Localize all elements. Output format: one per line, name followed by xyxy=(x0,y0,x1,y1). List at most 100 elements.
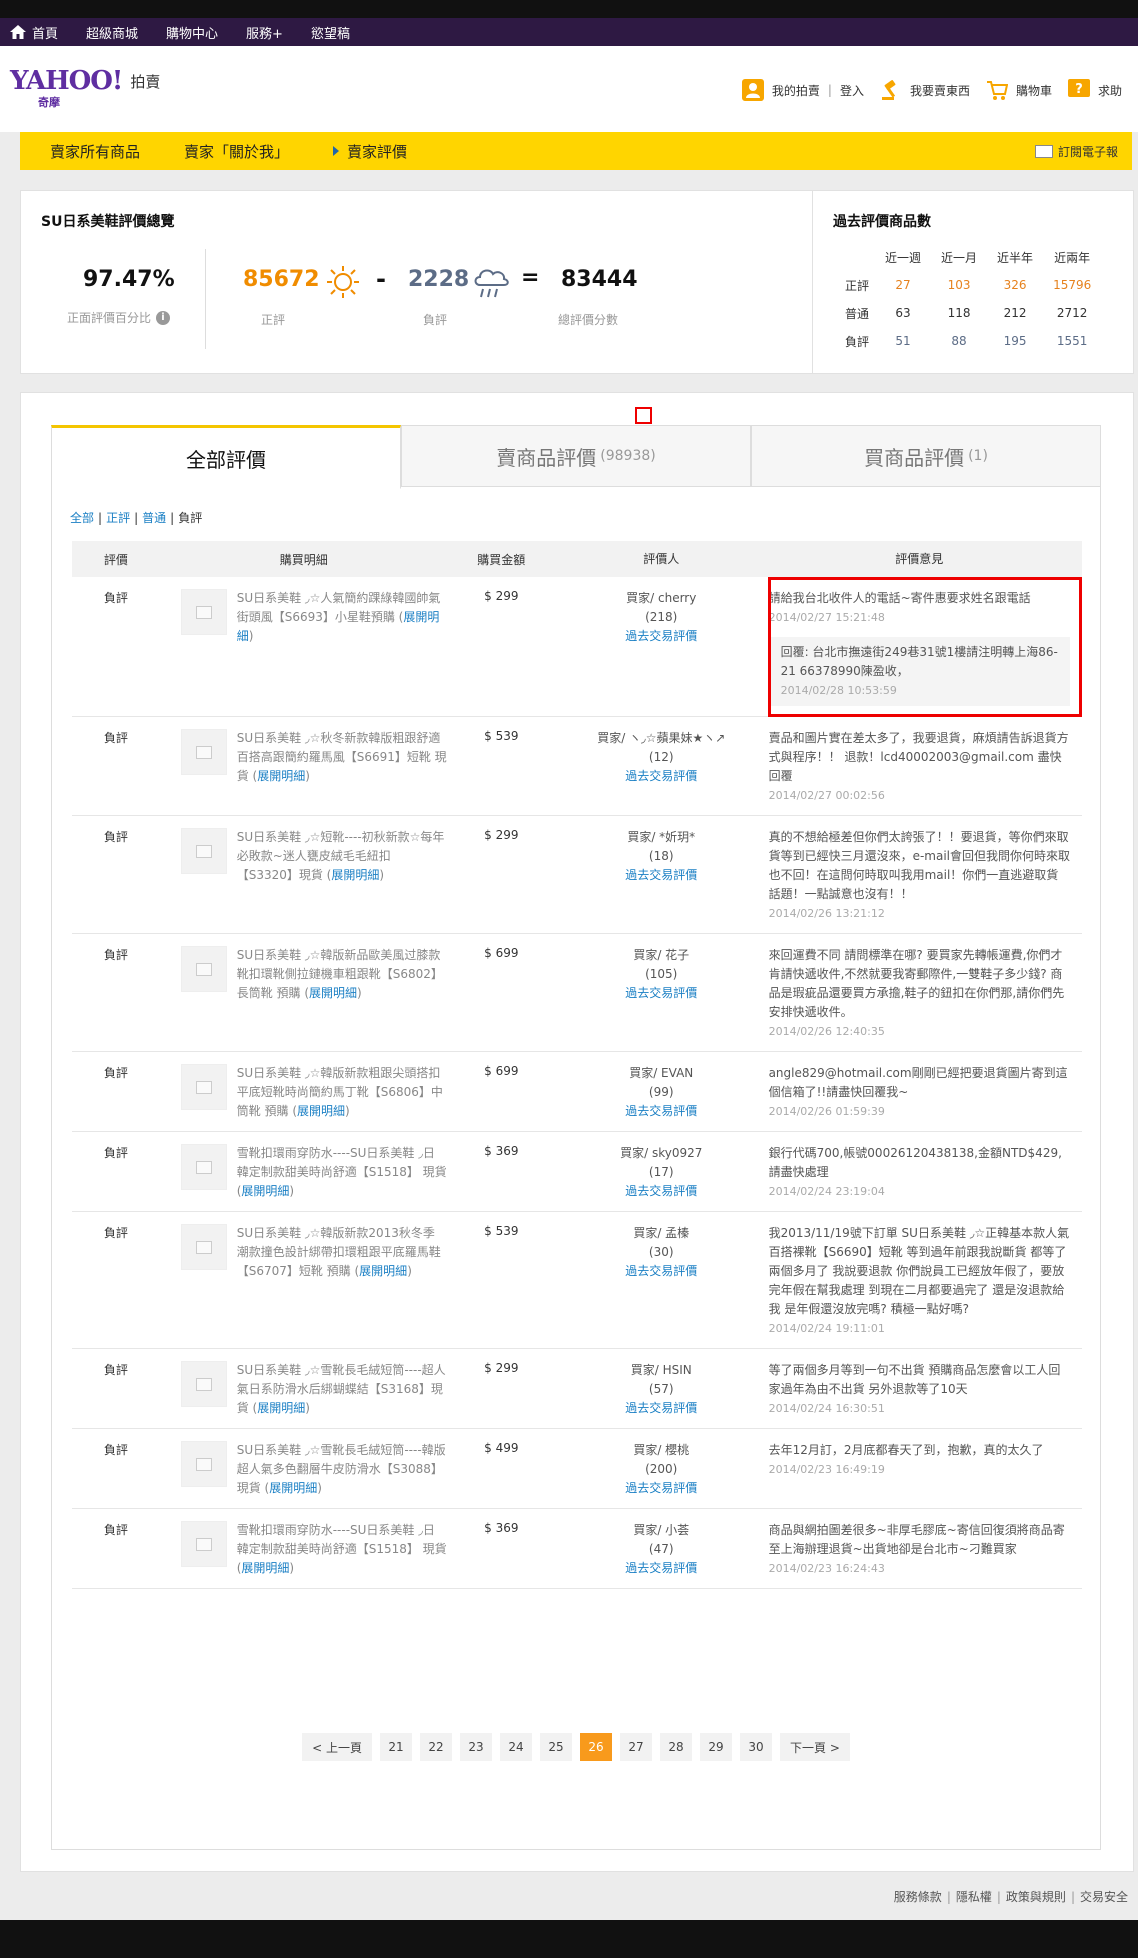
rater-score: (99) xyxy=(648,1085,674,1099)
past-transactions-link[interactable]: 過去交易評價 xyxy=(556,1102,767,1121)
rating-comment: 來回運費不同 請問標準在哪? 要買家先轉帳運費,你們才肯請快遞收件,不然就要我寄… xyxy=(767,933,1082,1052)
rater-name[interactable]: 買家/ HSIN xyxy=(556,1361,767,1380)
page-button[interactable]: 27 xyxy=(620,1733,652,1761)
past-transactions-link[interactable]: 過去交易評價 xyxy=(556,1559,767,1578)
next-page-button[interactable]: 下一頁 > xyxy=(780,1733,850,1761)
product-thumbnail[interactable] xyxy=(180,589,227,635)
rater-name[interactable]: 買家/ cherry xyxy=(556,589,767,608)
page-button[interactable]: 23 xyxy=(460,1733,492,1761)
current-page-button[interactable]: 26 xyxy=(580,1733,612,1761)
cart-link[interactable]: 購物車 xyxy=(986,79,1052,101)
nav-services[interactable]: 服務+ xyxy=(246,23,283,42)
seller-ratings-label: 賣家評價 xyxy=(347,142,408,161)
rater-name[interactable]: 買家/ 花子 xyxy=(556,946,767,965)
product-thumbnail[interactable] xyxy=(180,1064,227,1110)
filter-all[interactable]: 全部 xyxy=(70,511,94,525)
pagination: < 上一頁 21 22 23 24 25 26 27 28 29 30 下一頁 … xyxy=(52,1733,1100,1761)
past-transactions-link[interactable]: 過去交易評價 xyxy=(556,984,767,1003)
page-button[interactable]: 21 xyxy=(380,1733,412,1761)
rater-name[interactable]: 買家/ sky0927 xyxy=(556,1144,767,1163)
rater-name[interactable]: 買家/ ヽ◞☆蘋果妹★ヽ↗ xyxy=(556,729,767,748)
positive-count: 85672 xyxy=(243,267,320,292)
tab-buyer-ratings[interactable]: 買商品評價 (1) xyxy=(751,425,1101,487)
nav-shopping-center[interactable]: 購物中心 xyxy=(166,23,218,42)
filter-positive[interactable]: 正評 xyxy=(106,511,130,525)
rating-type: 負評 xyxy=(72,1348,160,1429)
tab-count: (98938) xyxy=(600,448,656,464)
prev-page-button[interactable]: < 上一頁 xyxy=(302,1733,372,1761)
page-button[interactable]: 30 xyxy=(740,1733,772,1761)
product-thumbnail[interactable] xyxy=(180,1224,227,1270)
product-thumbnail[interactable] xyxy=(180,946,227,992)
purchase-detail: SU日系美鞋 ◞☆韓版新款2013秋冬季潮款撞色設計綁帶扣環粗跟平底羅馬鞋【S6… xyxy=(159,1211,448,1349)
comment-date: 2014/02/24 19:11:01 xyxy=(768,1322,885,1335)
rater-name[interactable]: 買家/ EVAN xyxy=(556,1064,767,1083)
filter-neutral[interactable]: 普通 xyxy=(142,511,166,525)
seller-ratings-link[interactable]: 賣家評價 xyxy=(333,141,407,162)
footer-safety-link[interactable]: 交易安全 xyxy=(1080,1890,1128,1904)
expand-detail-link[interactable]: 展開明細 xyxy=(257,1401,305,1415)
past-transactions-link[interactable]: 過去交易評價 xyxy=(556,627,767,646)
nav-home[interactable]: 首頁 xyxy=(10,23,58,42)
past-transactions-link[interactable]: 過去交易評價 xyxy=(556,1479,767,1498)
subscribe-newsletter-link[interactable]: 訂閱電子報 xyxy=(1034,143,1118,160)
yahoo-auction-logo[interactable]: YAHOO! 拍賣 奇摩 xyxy=(10,68,160,109)
past-transactions-link[interactable]: 過去交易評價 xyxy=(556,767,767,786)
comment-text: 商品與網拍圖差很多~非厚毛膠底~寄信回復須將商品寄至上海辦理退貨~出貨地卻是台北… xyxy=(768,1523,1065,1556)
page-button[interactable]: 29 xyxy=(700,1733,732,1761)
product-thumbnail[interactable] xyxy=(180,1361,227,1407)
filter-negative[interactable]: 負評 xyxy=(178,511,202,525)
purchase-amount: $ 539 xyxy=(447,1211,555,1349)
expand-detail-link[interactable]: 展開明細 xyxy=(331,868,379,882)
page-button[interactable]: 22 xyxy=(420,1733,452,1761)
rating-comment: 銀行代碼700,帳號00026120438138,金額NTD$429,請盡快處理… xyxy=(767,1131,1082,1212)
ratings-content: 全部 | 正評 | 普通 | 負評 評價 購買明細 購買金額 評價人 評價意見 負評 SU日系… xyxy=(51,485,1101,1850)
comment-text: 來回運費不同 請問標準在哪? 要買家先轉帳運費,你們才肯請快遞收件,不然就要我寄… xyxy=(768,948,1065,1019)
rater-name[interactable]: 買家/ 小荟 xyxy=(556,1521,767,1540)
expand-detail-link[interactable]: 展開明細 xyxy=(241,1184,289,1198)
tab-seller-ratings[interactable]: 賣商品評價 (98938) xyxy=(401,425,751,487)
expand-detail-link[interactable]: 展開明細 xyxy=(241,1561,289,1575)
image-placeholder-icon xyxy=(195,844,212,858)
past-transactions-link[interactable]: 過去交易評價 xyxy=(556,1399,767,1418)
annotation-marker xyxy=(635,407,652,424)
product-thumbnail[interactable] xyxy=(180,1144,227,1190)
nav-supermall[interactable]: 超級商城 xyxy=(86,23,138,42)
product-thumbnail[interactable] xyxy=(180,828,227,874)
expand-detail-link[interactable]: 展開明細 xyxy=(257,769,305,783)
help-link[interactable]: ? 求助 xyxy=(1067,79,1122,101)
purchase-detail: SU日系美鞋 ◞☆短靴----初秋新款☆每年必敗款~迷人甕皮絨毛毛紐扣【S332… xyxy=(159,815,448,934)
page-button[interactable]: 28 xyxy=(660,1733,692,1761)
page-button[interactable]: 24 xyxy=(500,1733,532,1761)
past-ratings-title: 過去評價商品數 xyxy=(833,214,931,230)
expand-detail-link[interactable]: 展開明細 xyxy=(309,986,357,1000)
seller-about-link[interactable]: 賣家「關於我」 xyxy=(184,141,289,162)
footer-policy-link[interactable]: 政策與規則 xyxy=(1006,1890,1066,1904)
footer-terms-link[interactable]: 服務條款 xyxy=(894,1890,942,1904)
nav-desire[interactable]: 慾望稿 xyxy=(311,23,350,42)
expand-detail-link[interactable]: 展開明細 xyxy=(359,1264,407,1278)
page-button[interactable]: 25 xyxy=(540,1733,572,1761)
my-auction-link[interactable]: 我的拍賣 | 登入 xyxy=(741,79,864,101)
tab-all-ratings[interactable]: 全部評價 xyxy=(51,425,401,489)
rater-score: (218) xyxy=(645,610,678,624)
rater-name[interactable]: 買家/ 孟榛 xyxy=(556,1224,767,1243)
seller-all-items-link[interactable]: 賣家所有商品 xyxy=(50,141,140,162)
product-thumbnail[interactable] xyxy=(180,729,227,775)
expand-detail-link[interactable]: 展開明細 xyxy=(297,1104,345,1118)
login-link[interactable]: 登入 xyxy=(840,82,864,99)
info-icon[interactable]: i xyxy=(156,310,171,325)
expand-detail-link[interactable]: 展開明細 xyxy=(269,1481,317,1495)
past-transactions-link[interactable]: 過去交易評價 xyxy=(556,866,767,885)
rater-name[interactable]: 買家/ 櫻桃 xyxy=(556,1441,767,1460)
negative-count: 2228 xyxy=(408,267,470,292)
product-thumbnail[interactable] xyxy=(180,1441,227,1487)
product-thumbnail[interactable] xyxy=(180,1521,227,1567)
product-title[interactable]: SU日系美鞋 ◞☆韓版新款2013秋冬季潮款撞色設計綁帶扣環粗跟平底羅馬鞋【S6… xyxy=(237,1226,441,1278)
past-transactions-link[interactable]: 過去交易評價 xyxy=(556,1262,767,1281)
sell-link[interactable]: 我要賣東西 xyxy=(880,79,970,101)
past-transactions-link[interactable]: 過去交易評價 xyxy=(556,1182,767,1201)
footer-privacy-link[interactable]: 隱私權 xyxy=(956,1890,992,1904)
rater-name[interactable]: 買家/ *妡玥* xyxy=(556,828,767,847)
reviews-table: 評價 購買明細 購買金額 評價人 評價意見 負評 SU日系美鞋 ◞☆人氣簡約踝綠韓… xyxy=(72,541,1082,1589)
